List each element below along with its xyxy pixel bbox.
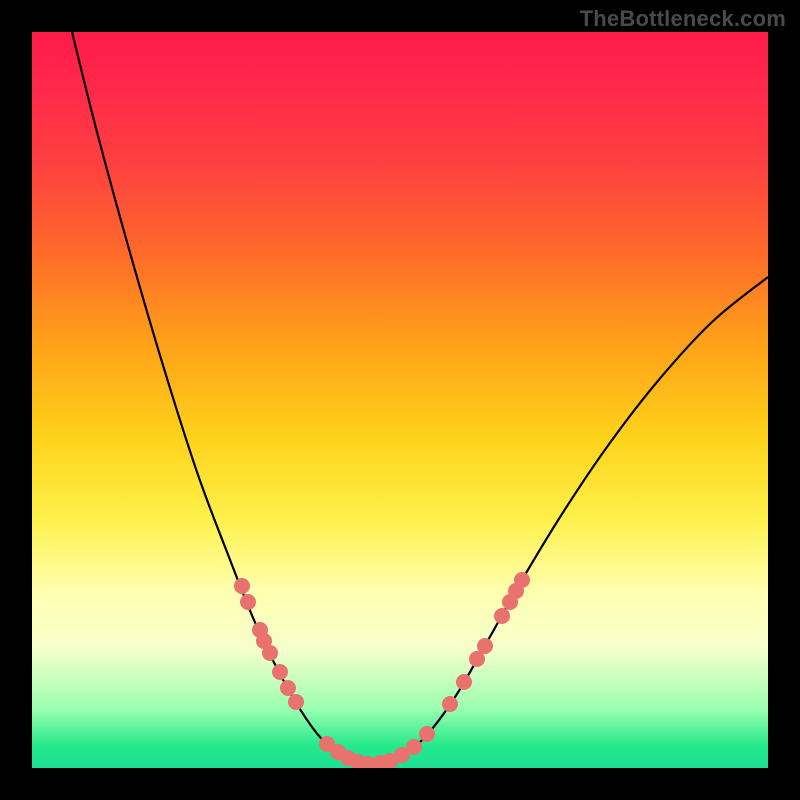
data-marker (234, 578, 250, 594)
data-marker (272, 664, 288, 680)
data-marker (280, 680, 296, 696)
data-marker (288, 694, 304, 710)
markers-right-group (442, 572, 530, 712)
data-marker (456, 674, 472, 690)
plot-area (32, 32, 768, 768)
markers-left-group (234, 578, 304, 710)
data-marker (240, 594, 256, 610)
data-marker (494, 608, 510, 624)
data-marker (262, 645, 278, 661)
data-marker (419, 726, 435, 742)
data-marker (477, 638, 493, 654)
watermark-text: TheBottleneck.com (580, 6, 786, 32)
chart-frame: TheBottleneck.com (0, 0, 800, 800)
bottleneck-curve (72, 32, 768, 764)
data-marker (442, 696, 458, 712)
data-marker (514, 572, 530, 588)
curve-svg (32, 32, 768, 768)
data-marker (406, 739, 422, 755)
markers-bottom-group (319, 726, 435, 768)
